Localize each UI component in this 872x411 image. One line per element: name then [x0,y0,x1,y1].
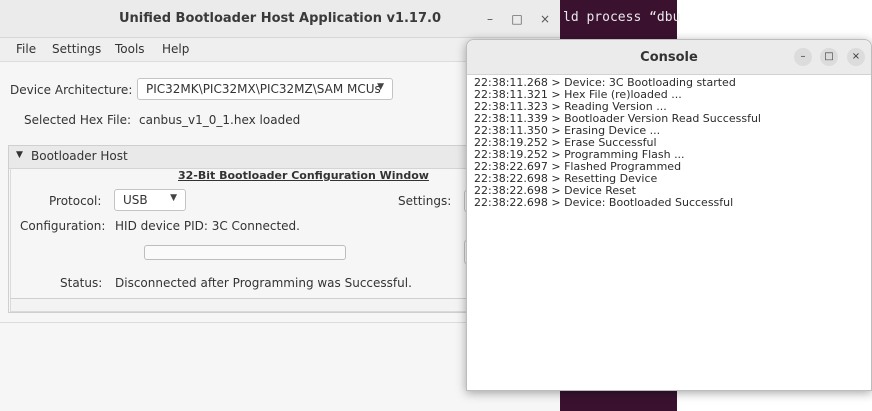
chevron-down-icon: ▼ [170,193,177,203]
collapse-triangle-icon[interactable]: ▼ [16,150,23,160]
bootloader-host-title: Bootloader Host [31,149,128,163]
device-architecture-value: PIC32MK\PIC32MX\PIC32MZ\SAM MCUs [146,82,381,96]
configuration-label: Configuration: [20,219,106,233]
panel-footer [10,298,482,312]
chevron-down-icon: ▼ [377,82,384,92]
status-value: Disconnected after Programming was Succe… [115,276,412,290]
settings-label: Settings: [398,194,452,208]
console-close-button[interactable]: × [847,48,865,66]
terminal-text: ld process “dbu [563,10,681,25]
window-title: Unified Bootloader Host Application v1.1… [118,11,442,26]
menu-help[interactable]: Help [162,42,189,56]
configuration-value: HID device PID: 3C Connected. [115,219,300,233]
bootloader-host-header[interactable]: ▼ Bootloader Host [9,146,482,169]
console-window: Console – □ × 22:38:11.268 > Device: 3C … [466,39,872,391]
config-window-title: 32-Bit Bootloader Configuration Window [178,169,429,182]
selected-hex-value: canbus_v1_0_1.hex loaded [139,113,301,127]
divider [0,322,470,323]
protocol-label: Protocol: [49,194,102,208]
log-line: 22:38:22.698 > Device: Bootloaded Succes… [474,196,734,209]
selected-hex-label: Selected Hex File: [24,113,132,127]
console-minimize-button[interactable]: – [794,48,812,66]
console-titlebar[interactable]: Console – □ × [467,40,871,75]
device-architecture-select[interactable]: PIC32MK\PIC32MX\PIC32MZ\SAM MCUs ▼ [137,78,393,100]
main-titlebar[interactable]: Unified Bootloader Host Application v1.1… [0,0,560,38]
console-log[interactable]: 22:38:11.268 > Device: 3C Bootloading st… [474,77,859,377]
minimize-button[interactable]: – [481,10,499,28]
menu-tools[interactable]: Tools [115,42,145,56]
menu-file[interactable]: File [16,42,36,56]
programming-progress-bar [144,245,346,260]
device-architecture-label: Device Architecture: [10,83,133,97]
maximize-button[interactable]: □ [508,10,526,28]
menu-settings[interactable]: Settings [52,42,101,56]
protocol-value: USB [123,193,148,207]
close-button[interactable]: × [536,10,554,28]
console-maximize-button[interactable]: □ [820,48,838,66]
protocol-select[interactable]: USB ▼ [114,189,186,211]
status-label: Status: [60,276,103,290]
